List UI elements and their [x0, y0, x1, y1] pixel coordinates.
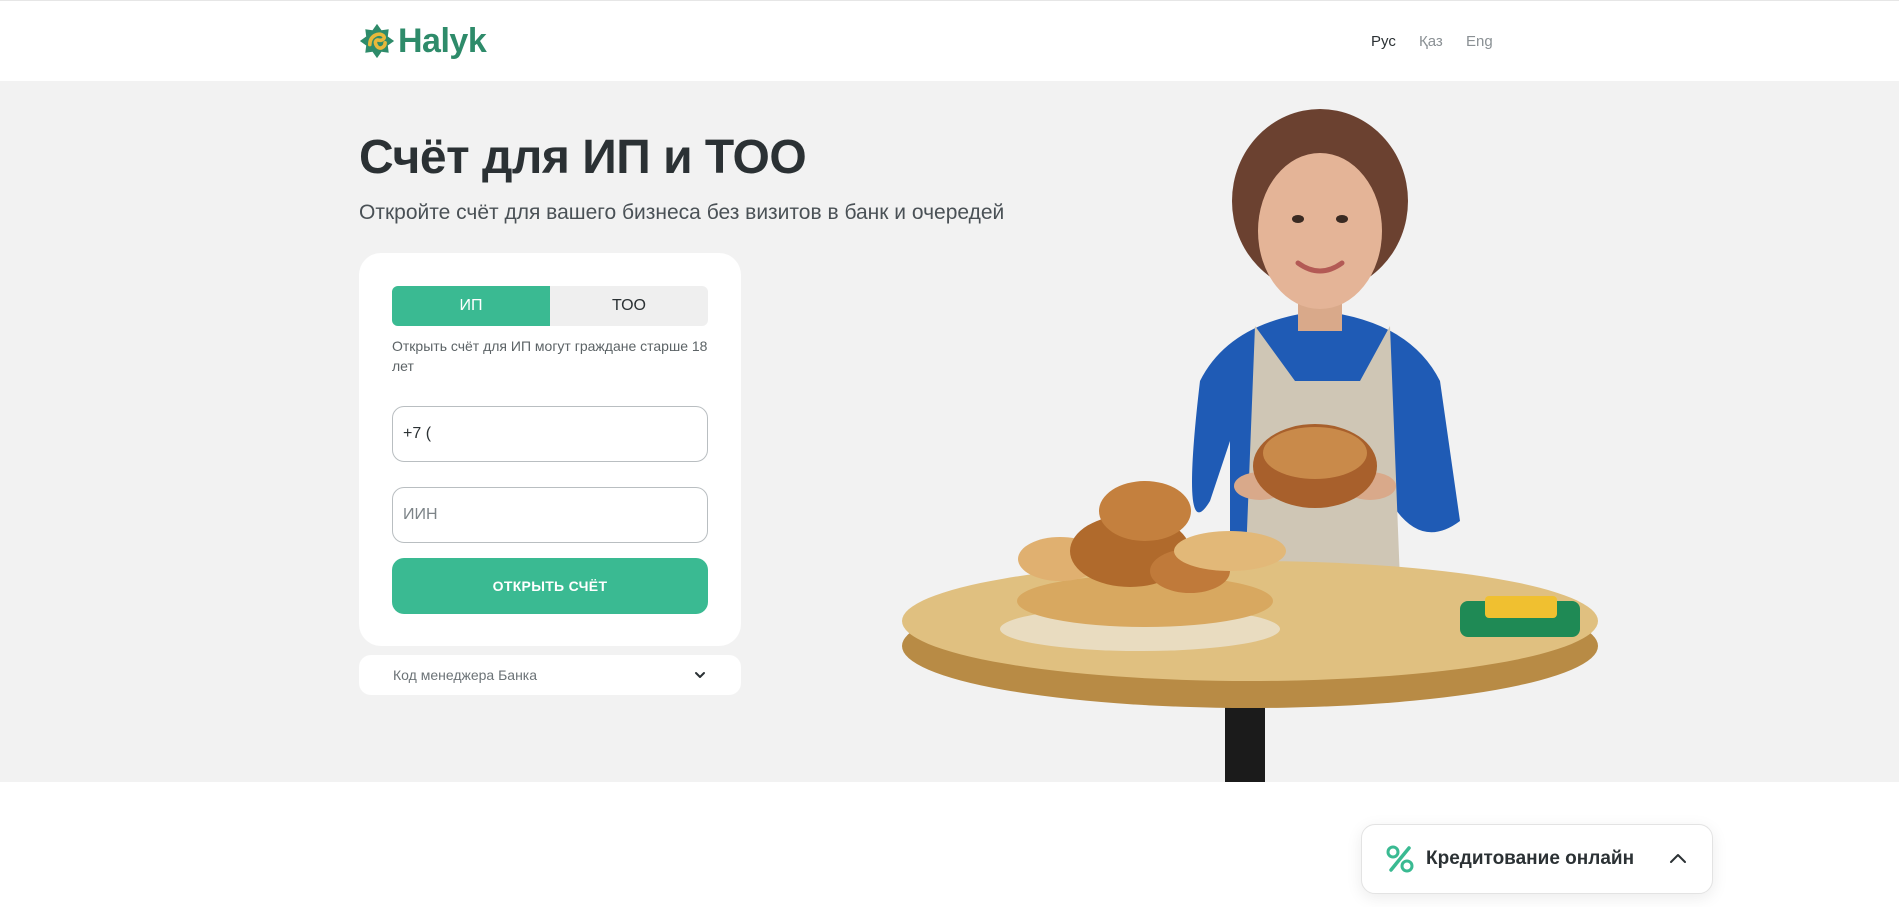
- lang-kz[interactable]: Қаз: [1419, 33, 1443, 50]
- account-form-card: ИП ТОО Открыть счёт для ИП могут граждан…: [359, 253, 741, 646]
- halyk-logo[interactable]: Halyk: [359, 21, 487, 61]
- logo-mark-icon: [359, 23, 395, 59]
- site-header: Halyk Рус Қаз Eng: [0, 0, 1899, 81]
- open-account-button[interactable]: ОТКРЫТЬ СЧЁТ: [392, 558, 708, 614]
- percent-icon: [1386, 845, 1414, 873]
- chevron-up-icon[interactable]: [1668, 849, 1688, 869]
- manager-code-label: Код менеджера Банка: [393, 667, 538, 683]
- logo-text: Halyk: [398, 21, 487, 60]
- iin-input[interactable]: [392, 487, 708, 543]
- online-credit-label: Кредитование онлайн: [1426, 848, 1635, 869]
- manager-code-dropdown[interactable]: Код менеджера Банка: [359, 655, 741, 695]
- online-credit-widget[interactable]: Кредитование онлайн: [1361, 824, 1713, 894]
- tab-ip[interactable]: ИП: [392, 286, 550, 326]
- tab-too[interactable]: ТОО: [550, 286, 708, 326]
- hero-section: Счёт для ИП и ТОО Откройте счёт для ваше…: [0, 81, 1899, 782]
- chevron-down-icon: [695, 672, 705, 678]
- lang-en[interactable]: Eng: [1466, 33, 1493, 50]
- page-title: Счёт для ИП и ТОО: [359, 131, 807, 184]
- lang-ru[interactable]: Рус: [1371, 33, 1396, 50]
- entity-type-toggle: ИП ТОО: [392, 286, 708, 326]
- phone-input[interactable]: [392, 406, 708, 462]
- eligibility-hint: Открыть счёт для ИП могут граждане старш…: [392, 338, 708, 374]
- hero-illustration: [902, 109, 1598, 782]
